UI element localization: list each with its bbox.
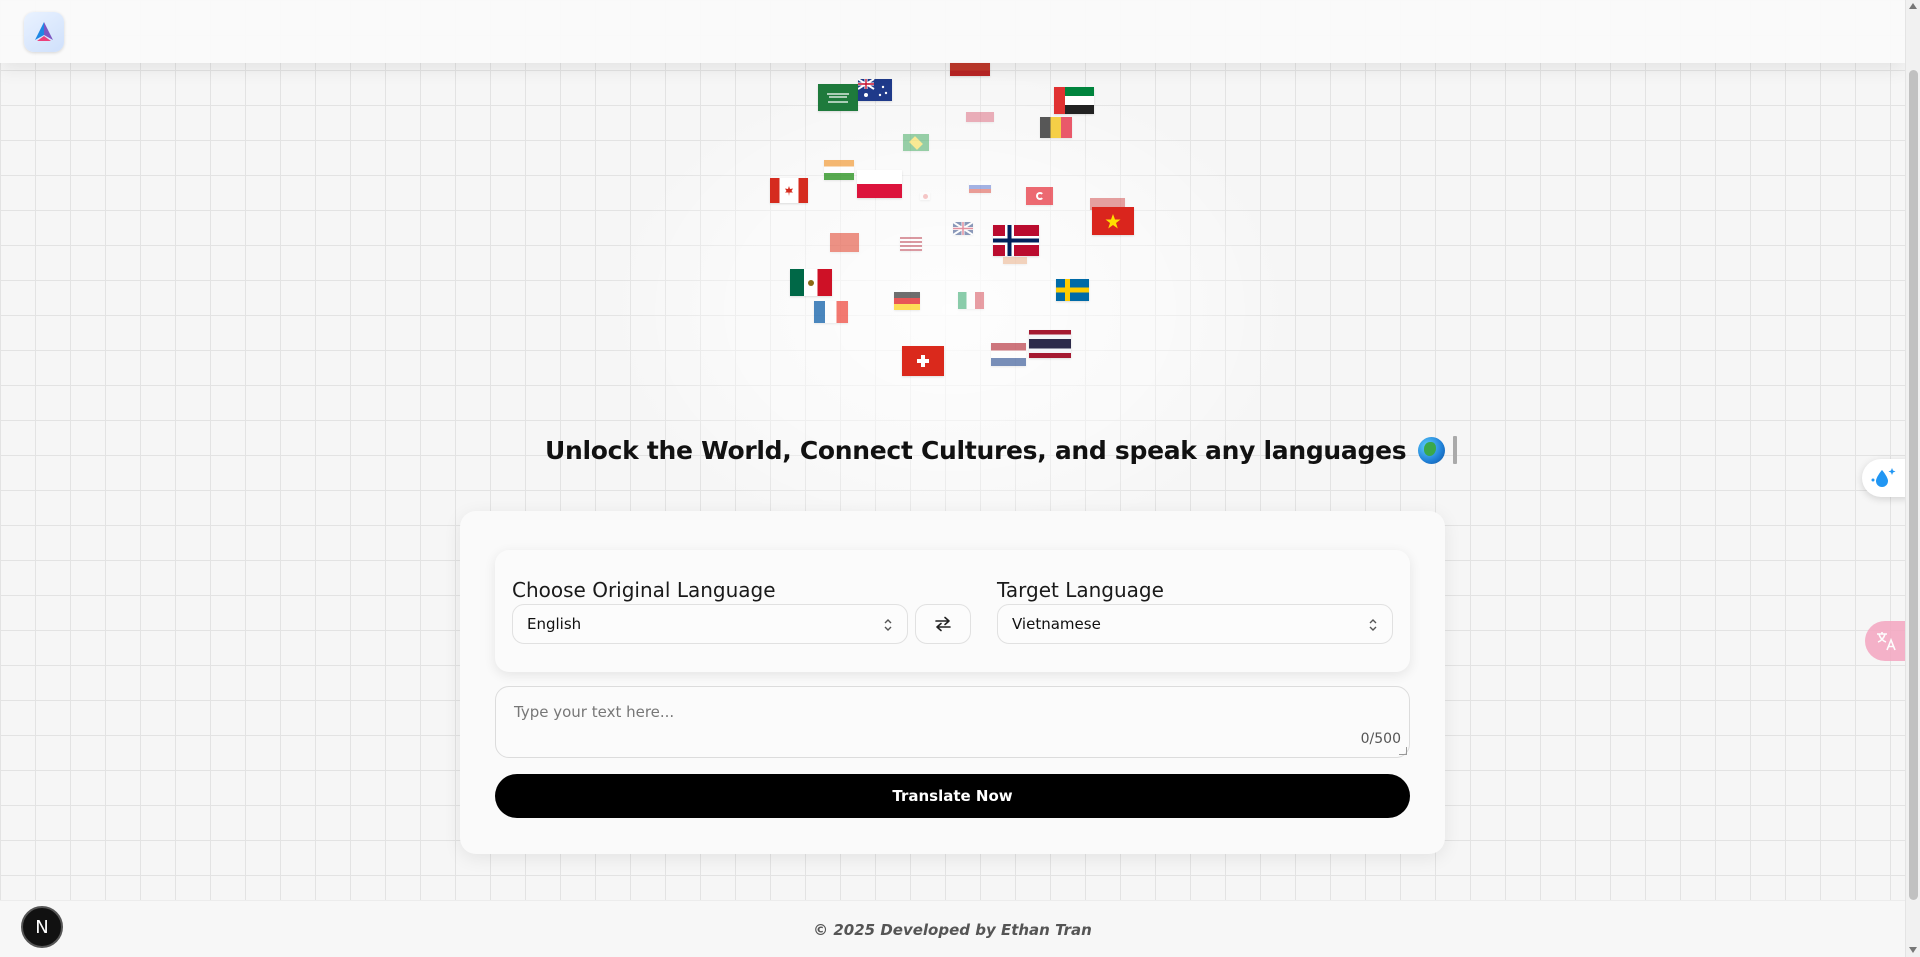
- flag-mexico-icon: [790, 269, 832, 296]
- flag-sweden-icon: [1056, 279, 1089, 301]
- target-language-select[interactable]: Vietnamese: [997, 604, 1393, 644]
- flag-thailand-icon: [1029, 330, 1071, 358]
- translate-icon: [1877, 632, 1896, 651]
- source-language-label: Choose Original Language: [512, 578, 776, 602]
- translate-now-button[interactable]: Translate Now: [495, 774, 1410, 818]
- flag-switzerland-icon: [902, 346, 944, 376]
- flag-germany-icon: [894, 292, 920, 310]
- character-counter: 0/500: [1360, 731, 1401, 747]
- globe-emoji-icon: [1418, 436, 1446, 464]
- footer: © 2025 Developed by Ethan Tran: [0, 900, 1905, 957]
- chevron-up-down-icon: [1369, 619, 1377, 631]
- dev-tools-badge[interactable]: N: [21, 906, 63, 948]
- flag-usa-icon: [900, 237, 922, 251]
- resize-handle-icon[interactable]: [1399, 747, 1407, 755]
- page-scrollbar[interactable]: [1905, 0, 1920, 957]
- flag-italy-icon: [958, 292, 984, 309]
- source-language-value: English: [527, 615, 582, 633]
- hero-glow: [600, 60, 1300, 560]
- flag-brazil-icon: [903, 134, 929, 151]
- text-input-wrapper: 0/500: [495, 686, 1410, 758]
- flag-vietnam-icon: [1092, 207, 1134, 235]
- side-floating-button-2[interactable]: [1865, 621, 1910, 661]
- flag-china-icon: [830, 233, 859, 252]
- flag-uae-icon: [1054, 87, 1094, 114]
- top-header: [0, 0, 1905, 63]
- app-logo-icon[interactable]: [24, 12, 64, 52]
- side-floating-button-1[interactable]: [1862, 459, 1910, 497]
- flag-netherlands-icon: [991, 343, 1026, 366]
- dev-badge-letter: N: [35, 916, 49, 938]
- language-selector-panel: Choose Original Language English Target …: [495, 550, 1410, 672]
- source-language-select[interactable]: English: [512, 604, 908, 644]
- flag-poland-icon: [857, 170, 902, 198]
- flag-japan-icon: [920, 192, 930, 200]
- swap-arrows-icon: [935, 616, 951, 632]
- flag-norway-icon: [993, 225, 1039, 256]
- scroll-up-arrow-icon[interactable]: [1909, 3, 1917, 9]
- flag-russia-icon: [969, 181, 991, 193]
- flag-turkey-icon: [1026, 187, 1053, 205]
- hero-headline: Unlock the World, Connect Cultures, and …: [545, 432, 1458, 468]
- chevron-up-down-icon: [884, 619, 892, 631]
- water-drop-sparkle-icon: [1871, 468, 1896, 487]
- flag-france-icon: [814, 301, 848, 323]
- swap-languages-button[interactable]: [915, 604, 971, 644]
- target-language-label: Target Language: [997, 578, 1164, 602]
- flag-india-icon: [824, 160, 854, 180]
- translator-card: Choose Original Language English Target …: [460, 511, 1445, 854]
- flag-uk-icon: [952, 221, 974, 236]
- headline-text: Unlock the World, Connect Cultures, and …: [545, 435, 1407, 465]
- flag-australia-icon: [857, 78, 892, 101]
- flag-portugal-icon: [950, 62, 990, 76]
- text-input[interactable]: [496, 687, 1409, 757]
- flag-saudi-arabia-icon: [818, 84, 858, 111]
- typing-caret: [1453, 436, 1458, 464]
- target-language-value: Vietnamese: [1012, 615, 1101, 633]
- footer-credit: © 2025 Developed by Ethan Tran: [813, 921, 1092, 939]
- flag-canada-icon: [770, 178, 808, 203]
- flag-small-1-icon: [966, 112, 994, 122]
- flag-small-3-icon: [1003, 257, 1027, 264]
- flag-belgium-icon: [1040, 117, 1072, 138]
- scrollbar-thumb[interactable]: [1909, 70, 1918, 900]
- scroll-down-arrow-icon[interactable]: [1909, 947, 1917, 953]
